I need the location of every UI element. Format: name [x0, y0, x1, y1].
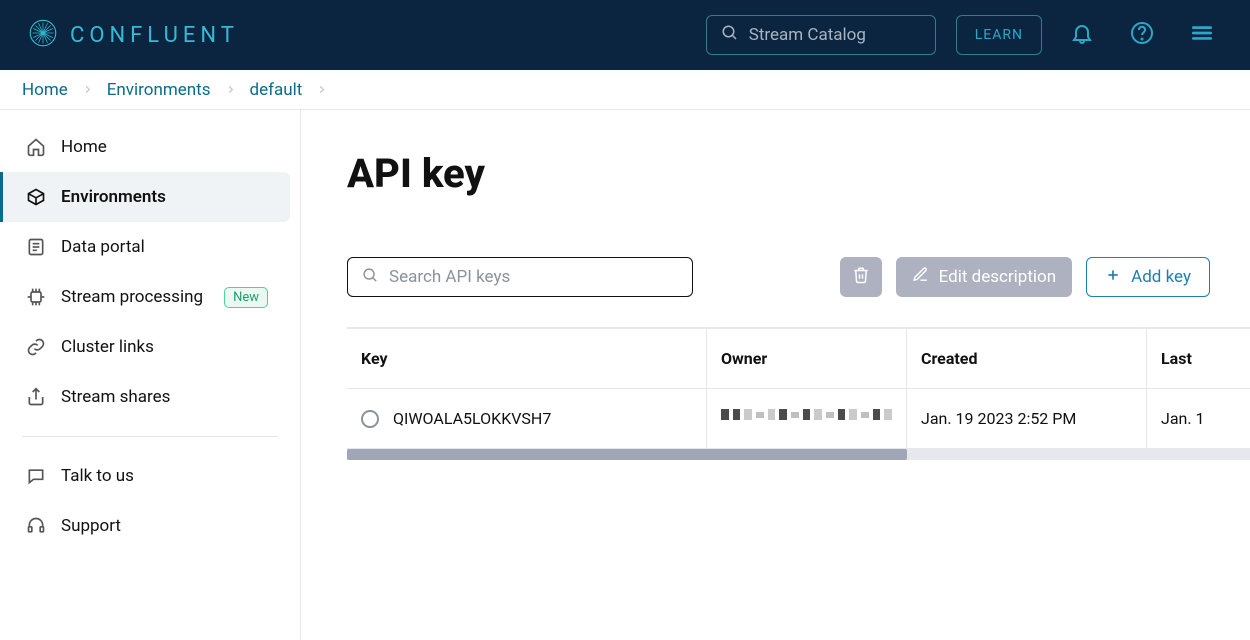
table-row[interactable]: QIWOALA5LOKKVSH7 Jan. 19 2023 2:52 PM Ja…: [347, 389, 1250, 449]
search-icon: [362, 267, 379, 288]
column-owner[interactable]: Owner: [707, 328, 907, 389]
sidebar-item-stream-processing[interactable]: Stream processing New: [0, 272, 290, 322]
breadcrumb-default[interactable]: default: [250, 80, 303, 100]
scrollbar-thumb[interactable]: [347, 449, 907, 460]
add-key-label: Add key: [1131, 267, 1191, 287]
sidebar-item-label: Talk to us: [61, 466, 134, 486]
sidebar-item-cluster-links[interactable]: Cluster links: [0, 322, 290, 372]
sidebar-item-talk-to-us[interactable]: Talk to us: [0, 451, 290, 501]
api-keys-table: Key Owner Created Last QIWOALA5LOKKVSH7: [347, 327, 1250, 460]
sidebar-item-home[interactable]: Home: [0, 122, 290, 172]
breadcrumb-home[interactable]: Home: [22, 80, 68, 100]
chevron-right-icon: [225, 84, 236, 95]
sidebar-item-support[interactable]: Support: [0, 501, 290, 551]
chat-icon: [25, 465, 47, 487]
trash-icon: [852, 266, 870, 289]
sidebar-item-label: Data portal: [61, 237, 145, 257]
plus-icon: [1105, 267, 1121, 288]
sidebar-item-environments[interactable]: Environments: [0, 172, 290, 222]
environment-icon: [25, 186, 47, 208]
sidebar-item-label: Support: [61, 516, 121, 536]
breadcrumb: Home Environments default: [0, 70, 1250, 110]
help-icon: [1130, 21, 1154, 49]
brand-name: CONFLUENT: [70, 23, 239, 48]
delete-key-button: [840, 257, 882, 297]
sidebar-item-label: Stream processing: [61, 287, 203, 307]
menu-button[interactable]: [1182, 15, 1222, 55]
processor-icon: [25, 286, 47, 308]
key-value: QIWOALA5LOKKVSH7: [393, 409, 551, 428]
notifications-button[interactable]: [1062, 15, 1102, 55]
link-icon: [25, 336, 47, 358]
column-last[interactable]: Last: [1147, 328, 1250, 389]
brand-logo[interactable]: CONFLUENT: [28, 18, 239, 52]
search-icon: [721, 24, 739, 47]
toolbar: Edit description Add key: [347, 257, 1250, 297]
document-icon: [25, 236, 47, 258]
sidebar-item-label: Home: [61, 137, 107, 157]
bell-icon: [1070, 21, 1094, 49]
add-key-button[interactable]: Add key: [1086, 257, 1210, 297]
sidebar: Home Environments Data portal Stream pro…: [0, 110, 301, 640]
help-button[interactable]: [1122, 15, 1162, 55]
main-content: API key Edit description: [301, 110, 1250, 640]
breadcrumb-environments[interactable]: Environments: [107, 80, 211, 100]
confluent-logo-icon: [28, 18, 58, 52]
table-header-row: Key Owner Created Last: [347, 328, 1250, 389]
learn-button[interactable]: LEARN: [956, 15, 1042, 55]
column-created[interactable]: Created: [907, 328, 1147, 389]
cell-last: Jan. 1: [1147, 389, 1250, 449]
home-icon: [25, 136, 47, 158]
hamburger-icon: [1189, 20, 1215, 50]
search-api-keys-input[interactable]: [389, 267, 678, 287]
stream-catalog-input[interactable]: [749, 25, 921, 45]
edit-description-label: Edit description: [939, 267, 1057, 287]
cell-owner: [707, 389, 907, 449]
owner-redacted: [721, 409, 892, 420]
column-key[interactable]: Key: [347, 328, 707, 389]
sidebar-item-data-portal[interactable]: Data portal: [0, 222, 290, 272]
sidebar-item-stream-shares[interactable]: Stream shares: [0, 372, 290, 422]
sidebar-item-label: Stream shares: [61, 387, 170, 407]
sidebar-item-label: Environments: [61, 187, 166, 207]
horizontal-scrollbar[interactable]: [347, 449, 1250, 460]
top-nav: CONFLUENT LEARN: [0, 0, 1250, 70]
headset-icon: [25, 515, 47, 537]
sidebar-item-label: Cluster links: [61, 337, 154, 357]
edit-icon: [912, 266, 929, 288]
search-api-keys[interactable]: [347, 257, 693, 297]
sidebar-divider: [22, 436, 278, 437]
chevron-right-icon: [82, 84, 93, 95]
edit-description-button: Edit description: [896, 257, 1073, 297]
row-radio[interactable]: [361, 410, 379, 428]
page-title: API key: [347, 150, 1250, 197]
chevron-right-icon: [316, 84, 327, 95]
cell-created: Jan. 19 2023 2:52 PM: [907, 389, 1147, 449]
stream-catalog-search[interactable]: [706, 15, 936, 55]
share-icon: [25, 386, 47, 408]
new-badge: New: [224, 287, 268, 308]
cell-key: QIWOALA5LOKKVSH7: [347, 389, 707, 449]
